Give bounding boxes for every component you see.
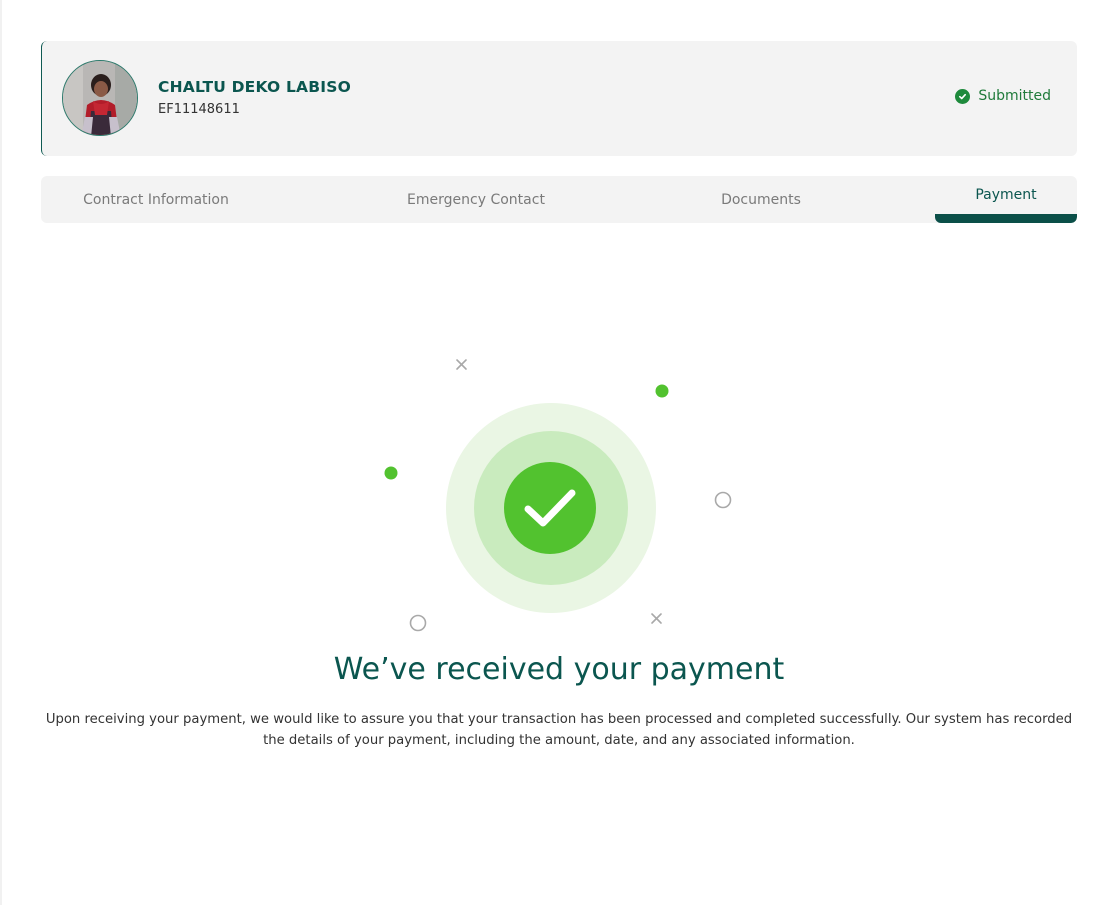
sparkle-close-icon-top: [456, 359, 467, 370]
active-tab-indicator: [935, 214, 1077, 223]
sparkle-dot-top-right: [655, 384, 669, 398]
confirmation-title: We’ve received your payment: [333, 652, 785, 687]
success-halo-outer: [446, 403, 656, 613]
tab-contract-information[interactable]: Contract Information: [41, 176, 271, 223]
sparkle-dot-left: [384, 466, 398, 480]
check-circle-icon: [955, 88, 971, 104]
sparkle-ring-right: [714, 491, 732, 509]
status-badge: Submitted: [955, 88, 1051, 104]
employee-name: CHALTU DEKO LABISO: [158, 78, 351, 96]
employee-id: EF11148611: [158, 102, 240, 117]
check-circle-icon: [504, 462, 596, 554]
sparkle-close-icon-bottom: [651, 613, 662, 624]
success-halo-inner: [474, 431, 628, 585]
avatar: [62, 60, 138, 136]
tab-bar: Contract Information Emergency Contact D…: [41, 176, 1077, 223]
profile-card: CHALTU DEKO LABISO EF11148611 Submitted: [41, 41, 1077, 156]
sparkle-ring-bottom-left: [409, 614, 427, 632]
status-label: Submitted: [978, 88, 1051, 104]
page-edge: [0, 0, 2, 905]
tab-documents[interactable]: Documents: [646, 176, 876, 223]
confirmation-message: Upon receiving your payment, we would li…: [45, 712, 1073, 748]
tab-emergency-contact[interactable]: Emergency Contact: [361, 176, 591, 223]
